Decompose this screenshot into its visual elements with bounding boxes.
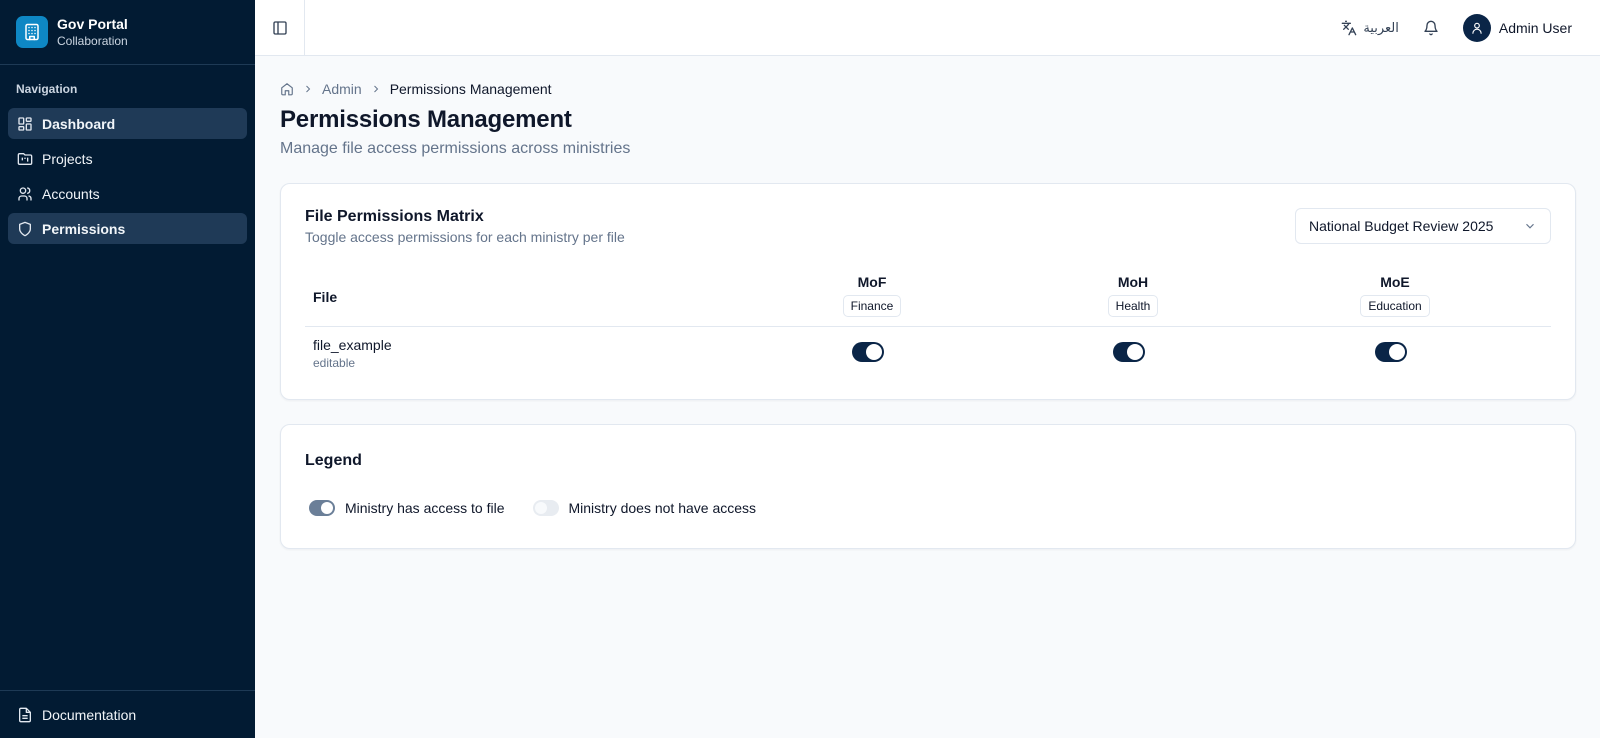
sidebar-item-dashboard[interactable]: Dashboard [8, 108, 247, 139]
sidebar-item-label: Documentation [42, 706, 137, 723]
ministry-column-mof: MoF Finance [802, 274, 942, 317]
toggle-knob [1389, 344, 1405, 360]
ministry-code: MoF [857, 274, 887, 290]
document-icon [17, 707, 33, 723]
page-title: Permissions Management [280, 106, 572, 133]
dashboard-icon [17, 116, 33, 132]
user-name: Admin User [1498, 20, 1572, 36]
ministry-code: MoH [1117, 274, 1149, 290]
brand-name: Gov Portal [57, 16, 128, 32]
breadcrumb: Admin Permissions Management [280, 81, 1576, 97]
legend-item-no-access: Ministry does not have access [532, 500, 757, 516]
sidebar-item-label: Dashboard [42, 115, 116, 132]
toggle-knob [534, 502, 547, 514]
bell-icon [1423, 20, 1439, 36]
avatar [1462, 14, 1491, 42]
sidebar-item-label: Permissions [42, 220, 126, 237]
legend-toggle-on [309, 500, 335, 516]
ministry-column-moh: MoH Health [1063, 274, 1203, 317]
panel-left-icon [272, 20, 288, 36]
legend-label: Ministry does not have access [568, 500, 757, 516]
projects-icon [17, 151, 33, 167]
breadcrumb-admin[interactable]: Admin [322, 81, 362, 97]
file-status: editable [313, 356, 356, 370]
chevron-right-icon [302, 83, 314, 95]
legend-item-has-access: Ministry has access to file [309, 500, 505, 516]
page-subtitle: Manage file access permissions across mi… [280, 140, 631, 157]
legend-card: Legend Ministry has access to file Minis… [280, 424, 1576, 549]
notifications-button[interactable] [1423, 20, 1439, 36]
user-icon [1472, 22, 1482, 34]
sidebar-footer: Documentation [0, 690, 255, 738]
sidebar-item-projects[interactable]: Projects [8, 143, 247, 174]
permissions-matrix-card: File Permissions Matrix Toggle access pe… [280, 183, 1576, 400]
permissions-table: File MoF Finance MoH Health MoE Educatio… [305, 274, 1551, 377]
ministry-badge: Finance [842, 295, 902, 317]
users-icon [17, 186, 33, 202]
toggle-knob [1127, 344, 1143, 360]
sidebar-toggle-button[interactable] [255, 0, 305, 56]
sidebar-item-label: Projects [42, 150, 93, 167]
legend-title: Legend [305, 452, 362, 469]
toggle-knob [866, 344, 882, 360]
file-name: file_example [313, 337, 392, 353]
sidebar-item-accounts[interactable]: Accounts [8, 178, 247, 209]
access-toggle-mof[interactable] [852, 342, 884, 362]
project-select-value: National Budget Review 2025 [1309, 218, 1494, 234]
sidebar-item-label: Accounts [42, 185, 100, 202]
table-header: File MoF Finance MoH Health MoE Educatio… [305, 274, 1551, 327]
home-icon[interactable] [280, 82, 294, 96]
language-switch-button[interactable]: العربية [1341, 20, 1399, 36]
access-toggle-moe[interactable] [1375, 342, 1407, 362]
legend-items: Ministry has access to file Ministry doe… [305, 500, 1551, 516]
topbar: العربية Admin User [255, 0, 1600, 56]
access-toggle-moh[interactable] [1113, 342, 1145, 362]
table-row: file_example editable [305, 327, 1551, 377]
project-select[interactable]: National Budget Review 2025 [1295, 208, 1551, 244]
chevron-right-icon [370, 83, 382, 95]
legend-label: Ministry has access to file [345, 500, 505, 516]
sidebar: Gov Portal Collaboration Navigation Dash… [0, 0, 255, 738]
building-icon [16, 16, 48, 48]
toggle-knob [321, 502, 333, 514]
sidebar-item-documentation[interactable]: Documentation [8, 699, 247, 730]
nav-heading: Navigation [16, 82, 78, 96]
breadcrumb-current: Permissions Management [389, 81, 552, 97]
main-content: Admin Permissions Management Permissions… [280, 56, 1576, 549]
permission-cell-moe [1375, 342, 1415, 362]
language-label: العربية [1363, 20, 1399, 35]
permission-cell-moh [1113, 342, 1153, 362]
chevron-down-icon [1523, 219, 1537, 233]
ministry-column-moe: MoE Education [1325, 274, 1465, 317]
ministry-code: MoE [1380, 274, 1410, 290]
translate-icon [1341, 20, 1357, 36]
ministry-badge: Health [1107, 295, 1159, 317]
file-column-header: File [313, 289, 338, 305]
sidebar-item-permissions[interactable]: Permissions [8, 213, 247, 244]
brand[interactable]: Gov Portal Collaboration [0, 0, 255, 65]
user-menu[interactable]: Admin User [1462, 14, 1572, 42]
shield-icon [17, 221, 33, 237]
ministry-badge: Education [1360, 295, 1430, 317]
permission-cell-mof [852, 342, 892, 362]
legend-toggle-off [532, 500, 559, 516]
brand-subtitle: Collaboration [57, 34, 128, 48]
